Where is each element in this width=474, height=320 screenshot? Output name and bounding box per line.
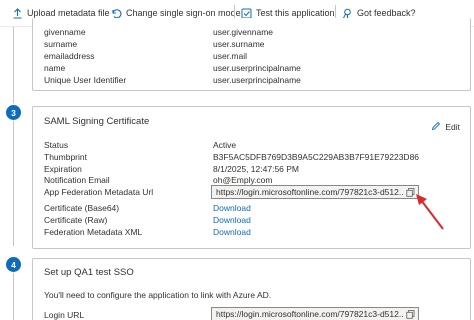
attribute-value: user.userprincipalname [213,75,301,85]
step-4-badge: 4 [6,257,21,272]
step-rail [13,27,14,103]
card-title: SAML Signing Certificate [44,116,150,127]
metadata-url-value: https://login.microsoftonline.com/797821… [216,187,404,197]
attributes-claims-card: givenname user.givenname surname user.su… [32,18,471,91]
thumbprint-value: B3F5AC5DFB769D3B9A5C229AB3B7F91E79223D86 [213,152,420,162]
attribute-label: Unique User Identifier [44,75,127,85]
status-label: Status [44,140,69,150]
cert-base64-download-link[interactable]: Download [213,203,251,213]
notification-email-value: oh@Emply.com [213,175,273,185]
step-rail [13,121,14,246]
edit-certificate-button[interactable]: Edit [431,121,460,133]
cert-base64-label: Certificate (Base64) [44,203,120,213]
pencil-icon [431,121,441,133]
change-sso-mode-label: Change single sign-on mode [126,8,241,18]
notification-email-label: Notification Email [44,175,110,185]
login-url-field[interactable]: https://login.microsoftonline.com/797821… [211,307,419,320]
expiration-value: 8/1/2025, 12:47:56 PM [213,164,300,174]
setup-description: You'll need to configure the application… [44,290,272,300]
saml-signing-certificate-card: SAML Signing Certificate Edit Status Act… [32,106,471,249]
attribute-label: givenname [44,27,86,37]
federation-xml-download-link[interactable]: Download [213,227,251,237]
upload-icon [12,7,23,19]
upload-metadata-label: Upload metadata file [27,8,110,18]
copy-icon[interactable] [404,308,416,320]
setup-sso-card: Set up QA1 test SSO You'll need to confi… [32,258,471,320]
thumbprint-label: Thumbprint [44,152,87,162]
status-value: Active [213,140,237,150]
card-title: Set up QA1 test SSO [44,267,134,278]
edit-label: Edit [445,122,460,132]
login-url-label: Login URL [44,310,85,320]
undo-icon [111,8,122,19]
test-application-label: Test this application [256,8,335,18]
attribute-label: emailaddress [44,51,95,61]
copy-icon[interactable] [404,186,416,198]
cert-raw-download-link[interactable]: Download [213,215,251,225]
federation-xml-label: Federation Metadata XML [44,227,143,237]
feedback-icon [342,8,353,19]
feedback-label: Got feedback? [357,8,416,18]
attribute-value: user.surname [213,39,265,49]
step-rail [13,273,14,320]
attribute-label: surname [44,39,78,49]
attribute-value: user.mail [213,51,248,61]
test-icon [241,8,252,19]
attribute-label: name [44,63,66,73]
attribute-value: user.givenname [213,27,274,37]
metadata-url-label: App Federation Metadata Url [44,187,154,197]
login-url-value: https://login.microsoftonline.com/797821… [216,309,404,319]
step-3-badge: 3 [6,105,21,120]
cert-raw-label: Certificate (Raw) [44,215,108,225]
attribute-value: user.userprincipalname [213,63,301,73]
metadata-url-field[interactable]: https://login.microsoftonline.com/797821… [211,185,419,199]
expiration-label: Expiration [44,164,82,174]
